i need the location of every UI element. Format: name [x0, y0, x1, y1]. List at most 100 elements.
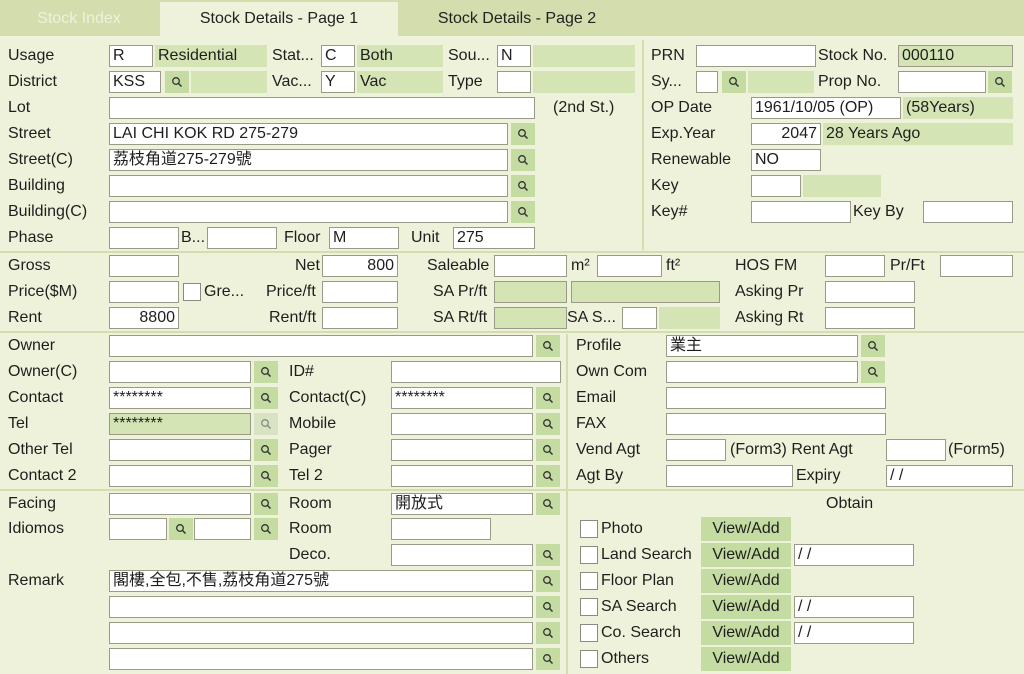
- obtain-sa-search-date[interactable]: / /: [794, 596, 914, 618]
- phase-field[interactable]: [109, 227, 179, 249]
- remark-2-search-icon[interactable]: [536, 596, 560, 618]
- rent-ft-field[interactable]: [322, 307, 398, 329]
- asking-pr-field[interactable]: [825, 281, 915, 303]
- sy-field[interactable]: [696, 71, 718, 93]
- owner-c-field[interactable]: [109, 361, 251, 383]
- obtain-co-search-view-button[interactable]: View/Add: [701, 621, 791, 645]
- obtain-co-search-checkbox[interactable]: [580, 624, 598, 642]
- pager-field[interactable]: [391, 439, 533, 461]
- block-field[interactable]: [207, 227, 277, 249]
- remark-1-search-icon[interactable]: [536, 570, 560, 592]
- sy-search-icon[interactable]: [722, 71, 746, 93]
- other-tel-search-icon[interactable]: [254, 439, 278, 461]
- m2-field[interactable]: [597, 255, 662, 277]
- vacant-code-field[interactable]: Y: [321, 71, 355, 93]
- room-search-icon[interactable]: [536, 493, 560, 515]
- remark-field-1[interactable]: 閣樓,全包,不售,荔枝角道275號: [109, 570, 533, 592]
- owner-c-search-icon[interactable]: [254, 361, 278, 383]
- obtain-photo-view-button[interactable]: View/Add: [701, 517, 791, 541]
- facing-field[interactable]: [109, 493, 251, 515]
- floor-field[interactable]: M: [329, 227, 399, 249]
- obtain-co-search-date[interactable]: / /: [794, 622, 914, 644]
- owner-search-icon[interactable]: [536, 335, 560, 357]
- op-date-field[interactable]: 1961/10/05 (OP): [751, 97, 901, 119]
- tab-stock-details-page-1[interactable]: Stock Details - Page 1: [160, 2, 398, 36]
- usage-code-field[interactable]: R: [109, 45, 153, 67]
- renewable-field[interactable]: NO: [751, 149, 821, 171]
- profile-field[interactable]: 業主: [666, 335, 858, 357]
- street-search-icon[interactable]: [511, 123, 535, 145]
- building-search-icon[interactable]: [511, 175, 535, 197]
- source-code-field[interactable]: N: [497, 45, 531, 67]
- saleable-field[interactable]: [494, 255, 567, 277]
- contact-c-search-icon[interactable]: [536, 387, 560, 409]
- remark-field-3[interactable]: [109, 622, 533, 644]
- mobile-search-icon[interactable]: [536, 413, 560, 435]
- fax-field[interactable]: [666, 413, 886, 435]
- email-field[interactable]: [666, 387, 886, 409]
- building-c-search-icon[interactable]: [511, 201, 535, 223]
- type-field[interactable]: [497, 71, 531, 93]
- expiry-field[interactable]: / /: [886, 465, 1013, 487]
- tab-stock-index[interactable]: Stock Index: [0, 2, 158, 36]
- vend-agt-field[interactable]: [666, 439, 726, 461]
- deco-search-icon[interactable]: [536, 544, 560, 566]
- obtain-floor-plan-view-button[interactable]: View/Add: [701, 569, 791, 593]
- price-ft-field[interactable]: [322, 281, 398, 303]
- contact-search-icon[interactable]: [254, 387, 278, 409]
- idiomos-field-b[interactable]: [194, 518, 251, 540]
- owner-field[interactable]: [109, 335, 533, 357]
- district-code-field[interactable]: KSS: [109, 71, 161, 93]
- id-no-field[interactable]: [391, 361, 561, 383]
- idiomos-field-a[interactable]: [109, 518, 167, 540]
- key-by-field[interactable]: [923, 201, 1013, 223]
- key-field[interactable]: [751, 175, 801, 197]
- obtain-land-search-date[interactable]: / /: [794, 544, 914, 566]
- deco-field[interactable]: [391, 544, 533, 566]
- facing-search-icon[interactable]: [254, 493, 278, 515]
- idiomos-b-search-icon[interactable]: [254, 518, 278, 540]
- own-com-search-icon[interactable]: [861, 361, 885, 383]
- unit-field[interactable]: 275: [453, 227, 535, 249]
- prn-field[interactable]: [696, 45, 816, 67]
- status-code-field[interactable]: C: [321, 45, 355, 67]
- remark-field-4[interactable]: [109, 648, 533, 670]
- prop-no-search-icon[interactable]: [988, 71, 1012, 93]
- obtain-floor-plan-checkbox[interactable]: [580, 572, 598, 590]
- agt-by-field[interactable]: [666, 465, 793, 487]
- rent-field[interactable]: 8800: [109, 307, 179, 329]
- remark-4-search-icon[interactable]: [536, 648, 560, 670]
- own-com-field[interactable]: [666, 361, 858, 383]
- building-field[interactable]: [109, 175, 508, 197]
- key-no-field[interactable]: [751, 201, 851, 223]
- sa-s-field[interactable]: [622, 307, 657, 329]
- pr-ft-field[interactable]: [940, 255, 1013, 277]
- gre-checkbox[interactable]: [183, 283, 201, 301]
- room2-field[interactable]: [391, 518, 491, 540]
- contact2-field[interactable]: [109, 465, 251, 487]
- contact-c-field[interactable]: ********: [391, 387, 533, 409]
- tab-stock-details-page-2[interactable]: Stock Details - Page 2: [400, 2, 634, 36]
- obtain-land-search-checkbox[interactable]: [580, 546, 598, 564]
- contact2-search-icon[interactable]: [254, 465, 278, 487]
- room-field[interactable]: 開放式: [391, 493, 533, 515]
- lot-field[interactable]: [109, 97, 535, 119]
- tel2-field[interactable]: [391, 465, 533, 487]
- prop-no-field[interactable]: [898, 71, 986, 93]
- obtain-sa-search-checkbox[interactable]: [580, 598, 598, 616]
- obtain-land-search-view-button[interactable]: View/Add: [701, 543, 791, 567]
- obtain-others-view-button[interactable]: View/Add: [701, 647, 791, 671]
- idiomos-search-icon[interactable]: [169, 518, 193, 540]
- obtain-photo-checkbox[interactable]: [580, 520, 598, 538]
- price-field[interactable]: [109, 281, 179, 303]
- obtain-others-checkbox[interactable]: [580, 650, 598, 668]
- rent-agt-field[interactable]: [886, 439, 946, 461]
- pager-search-icon[interactable]: [536, 439, 560, 461]
- street-field[interactable]: LAI CHI KOK RD 275-279: [109, 123, 508, 145]
- profile-search-icon[interactable]: [861, 335, 885, 357]
- net-field[interactable]: 800: [322, 255, 398, 277]
- exp-year-field[interactable]: 2047: [751, 123, 821, 145]
- gross-field[interactable]: [109, 255, 179, 277]
- district-search-icon[interactable]: [165, 71, 189, 93]
- remark-3-search-icon[interactable]: [536, 622, 560, 644]
